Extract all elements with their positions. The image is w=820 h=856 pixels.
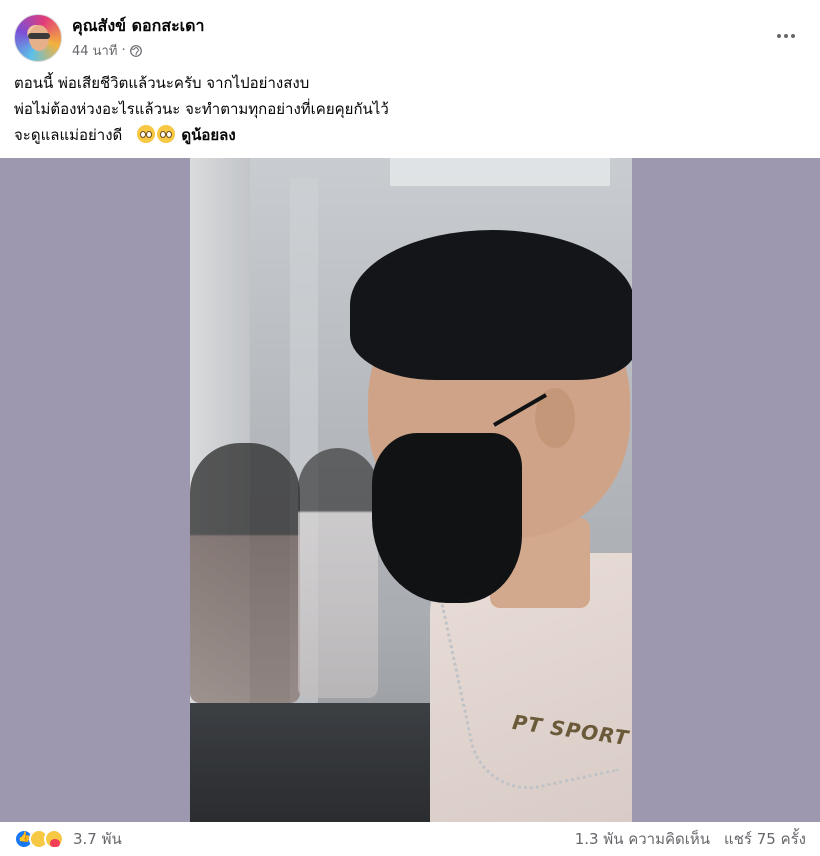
post-meta: 44 นาที · xyxy=(72,40,142,61)
photo-subject-face-mask xyxy=(372,433,522,603)
post-text-line-1: ตอนนี้ พ่อเสียชีวิตแล้วนะครับ จากไปอย่าง… xyxy=(14,74,310,92)
post-photo[interactable]: PT SPORT xyxy=(190,158,632,822)
photo-background-person xyxy=(298,448,378,698)
avatar-glasses xyxy=(28,33,50,39)
post-text: ตอนนี้ พ่อเสียชีวิตแล้วนะครับ จากไปอย่าง… xyxy=(14,70,804,148)
share-count[interactable]: แชร์ 75 ครั้ง xyxy=(724,827,806,851)
reaction-count[interactable]: 3.7 พัน xyxy=(73,827,122,851)
post-media[interactable]: PT SPORT xyxy=(0,158,820,822)
post-text-line-3: จะดูแลแม่อย่างดี ดูน้อยลง xyxy=(14,122,804,148)
author-avatar[interactable] xyxy=(14,14,62,62)
comment-count[interactable]: 1.3 พัน ความคิดเห็น xyxy=(575,827,710,851)
post-text-line-2: พ่อไม่ต้องห่วงอะไรแล้วนะ จะทำตามทุกอย่าง… xyxy=(14,100,389,118)
meta-separator: · xyxy=(121,43,126,58)
photo-counter xyxy=(190,703,450,822)
engagement-stats: 1.3 พัน ความคิดเห็น แชร์ 75 ครั้ง xyxy=(575,827,806,851)
globe-icon[interactable] xyxy=(129,44,142,57)
facebook-post: คุณสังข์ ดอกสะเดา 44 นาที · ตอนนี้ พ่อเส… xyxy=(0,0,820,856)
crying-emoji-icon xyxy=(136,125,155,143)
post-time[interactable]: 44 นาที xyxy=(72,40,117,61)
author-name[interactable]: คุณสังข์ ดอกสะเดา xyxy=(72,14,205,39)
more-options-icon[interactable] xyxy=(772,22,800,50)
reaction-icons xyxy=(14,829,64,849)
post-stats-bar: 3.7 พัน 1.3 พัน ความคิดเห็น แชร์ 75 ครั้… xyxy=(0,822,820,856)
post-text-line-3-content: จะดูแลแม่อย่างดี xyxy=(14,126,123,144)
crying-emoji-icon xyxy=(156,125,175,143)
photo-background-person xyxy=(190,443,300,703)
see-less-link[interactable]: ดูน้อยลง xyxy=(181,126,235,144)
photo-subject-hair xyxy=(350,230,632,380)
reactions-summary[interactable]: 3.7 พัน xyxy=(14,827,122,851)
photo-ceiling-light xyxy=(390,158,610,186)
post-header: คุณสังข์ ดอกสะเดา 44 นาที · xyxy=(0,0,820,64)
care-reaction-icon xyxy=(44,829,64,849)
